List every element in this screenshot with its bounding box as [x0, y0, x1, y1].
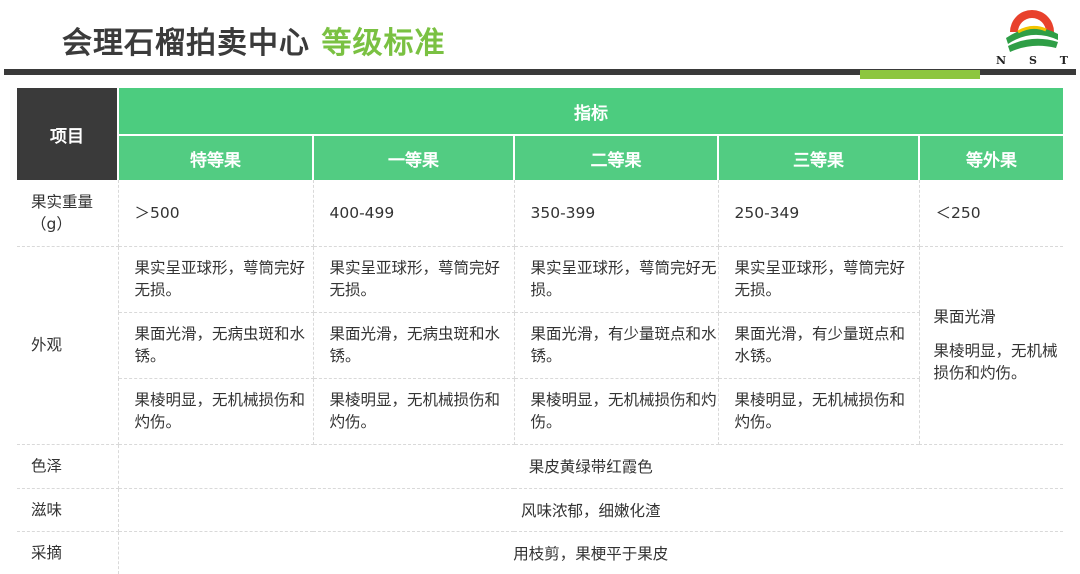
logo-letter-s: S — [1028, 54, 1037, 67]
grade-standard-table: 项目 指标 特等果 一等果 二等果 三等果 等外果 果实重量 （g） ＞500 … — [17, 88, 1063, 574]
header-grade-special: 特等果 — [118, 135, 314, 180]
weight-special: ＞500 — [118, 180, 314, 247]
appearance-ridge-special: 果棱明显，无机械损伤和灼伤。 — [118, 378, 314, 445]
weight-label: 果实重量 — [31, 192, 94, 211]
row-label-weight: 果实重量 （g） — [17, 180, 119, 247]
appearance-shape-first: 果实呈亚球形，萼筒完好无损。 — [313, 246, 515, 313]
weight-outside: ＜250 — [919, 180, 1063, 247]
header-grade-third: 三等果 — [718, 135, 920, 180]
appearance-shape-third: 果实呈亚球形，萼筒完好无损。 — [718, 246, 920, 313]
row-label-pick: 采摘 — [17, 531, 119, 574]
header-grade-second: 二等果 — [514, 135, 719, 180]
table-row-appearance-1: 外观 果实呈亚球形，萼筒完好无损。 果实呈亚球形，萼筒完好无损。 果实呈亚球形，… — [17, 246, 1063, 445]
company-logo: N S T — [996, 2, 1068, 68]
appearance-surface-special: 果面光滑，无病虫斑和水锈。 — [118, 312, 314, 379]
logo-emblem-icon — [1006, 10, 1058, 52]
weight-first: 400-499 — [313, 180, 515, 247]
appearance-shape-special: 果实呈亚球形，萼筒完好无损。 — [118, 246, 314, 313]
appearance-surface-third: 果面光滑，有少量斑点和水锈。 — [718, 312, 920, 379]
appearance-shape-second: 果实呈亚球形，萼筒完好无损。 — [514, 246, 719, 313]
appearance-ridge-third: 果棱明显，无机械损伤和灼伤。 — [718, 378, 920, 445]
pick-value: 用枝剪，果梗平于果皮 — [513, 544, 669, 563]
header-grade-outside: 等外果 — [919, 135, 1063, 180]
taste-value: 风味浓郁，细嫩化渣 — [118, 488, 1063, 532]
table-row-color: 色泽 果皮黄绿带红霞色 — [17, 444, 1063, 489]
page-title: 会理石榴拍卖中心 等级标准 — [62, 18, 445, 62]
table-row-appearance-3: 果棱明显，无机械损伤和灼伤。 果棱明显，无机械损伤和灼伤。 果棱明显，无机械损伤… — [17, 378, 1063, 445]
title-main: 会理石榴拍卖中心 — [62, 26, 310, 61]
appearance-surface-second: 果面光滑，有少量斑点和水锈。 — [514, 312, 719, 379]
title-accent: 等级标准 — [321, 26, 446, 61]
color-value: 果皮黄绿带红霞色 — [118, 444, 1063, 489]
appearance-ridge-second: 果棱明显，无机械损伤和灼伤。 — [514, 378, 719, 445]
appearance-outside-line1: 果面光滑 — [933, 308, 996, 326]
table-row-pick: 采摘 用枝剪，果梗平于果皮 — [17, 531, 1063, 574]
table-row-taste: 滋味 风味浓郁，细嫩化渣 — [17, 488, 1063, 532]
header-indicator: 指标 — [118, 88, 1063, 136]
appearance-outside: 果面光滑 果棱明显，无机械损伤和灼伤。 — [919, 246, 1063, 445]
table-row-weight: 果实重量 （g） ＞500 400-499 350-399 250-349 ＜2… — [17, 180, 1063, 247]
logo-letters: N S T — [996, 54, 1068, 67]
logo-letter-n: N — [996, 54, 1007, 67]
row-label-color: 色泽 — [17, 444, 119, 489]
row-label-appearance: 外观 — [17, 246, 119, 445]
header-grade-first: 一等果 — [313, 135, 515, 180]
table-row-appearance-2: 果面光滑，无病虫斑和水锈。 果面光滑，无病虫斑和水锈。 果面光滑，有少量斑点和水… — [17, 312, 1063, 379]
logo-letter-t: T — [1059, 54, 1068, 67]
appearance-surface-first: 果面光滑，无病虫斑和水锈。 — [313, 312, 515, 379]
weight-unit: （g） — [31, 214, 72, 233]
header-item: 项目 — [17, 88, 119, 180]
appearance-outside-line2: 果棱明显，无机械损伤和灼伤。 — [933, 342, 1058, 382]
row-label-taste: 滋味 — [17, 488, 119, 532]
header-accent-bar — [860, 70, 980, 79]
slide-header: 会理石榴拍卖中心 等级标准 N S T — [0, 0, 1080, 80]
weight-second: 350-399 — [514, 180, 719, 247]
weight-third: 250-349 — [718, 180, 920, 247]
appearance-ridge-first: 果棱明显，无机械损伤和灼伤。 — [313, 378, 515, 445]
